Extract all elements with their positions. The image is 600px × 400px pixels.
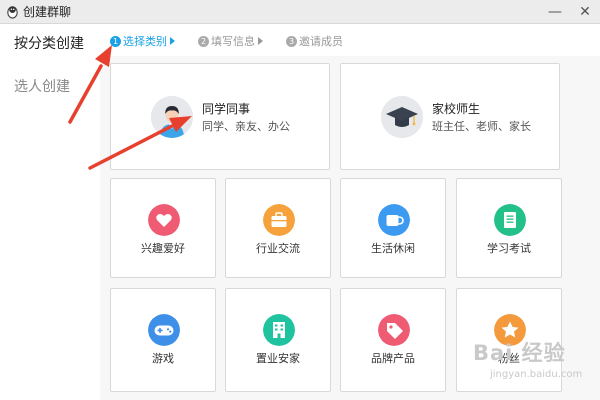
minimize-button[interactable]: —: [540, 0, 570, 24]
category-label: 生活休闲: [371, 242, 415, 255]
category-title: 同学同事: [202, 102, 251, 116]
building-icon: [263, 314, 295, 346]
baidu-watermark: Bai 经验 jingyan.baidu.com: [473, 340, 598, 396]
category-card-school[interactable]: 家校师生 班主任、老师、家长: [340, 63, 560, 170]
category-title: 家校师生: [432, 102, 481, 116]
tag-icon: [378, 314, 410, 346]
step-select-category: 1 选择类别: [110, 34, 175, 50]
watermark-url: jingyan.baidu.com: [490, 369, 583, 380]
step-arrow-icon: [258, 37, 263, 45]
category-subtitle: 同学、亲友、办公: [202, 120, 290, 133]
sidebar-item-by-category[interactable]: 按分类创建: [14, 35, 84, 53]
category-label: 置业安家: [256, 352, 300, 365]
step-label: 邀请成员: [299, 35, 343, 48]
category-card-industry[interactable]: 行业交流: [225, 178, 331, 278]
sidebar: 按分类创建 选人创建: [0, 24, 100, 400]
heart-icon: [148, 204, 180, 236]
category-label: 品牌产品: [371, 352, 415, 365]
step-arrow-icon: [170, 37, 175, 45]
category-card-classmates[interactable]: 同学同事 同学、亲友、办公: [110, 63, 330, 170]
category-card-brands[interactable]: 品牌产品: [340, 288, 446, 392]
step-invite-members: 3 邀请成员: [286, 34, 343, 50]
sidebar-item-by-people[interactable]: 选人创建: [14, 78, 70, 96]
category-card-study[interactable]: 学习考试: [456, 178, 562, 278]
category-label: 行业交流: [256, 242, 300, 255]
step-label: 填写信息: [211, 35, 255, 48]
gamepad-icon: [148, 314, 180, 346]
category-subtitle: 班主任、老师、家长: [432, 120, 531, 133]
watermark-text: Bai 经验: [473, 341, 566, 365]
coffee-cup-icon: [378, 204, 410, 236]
step-number: 1: [110, 36, 121, 47]
category-card-housing[interactable]: 置业安家: [225, 288, 331, 392]
step-number: 2: [198, 36, 209, 47]
category-label: 游戏: [152, 352, 174, 365]
step-fill-info: 2 填写信息: [198, 34, 263, 50]
category-card-games[interactable]: 游戏: [110, 288, 216, 392]
qq-penguin-icon: [7, 6, 18, 19]
category-card-hobbies[interactable]: 兴趣爱好: [110, 178, 216, 278]
close-button[interactable]: ✕: [570, 0, 600, 24]
title-bar: 创建群聊 — ✕: [0, 0, 600, 24]
step-number: 3: [286, 36, 297, 47]
step-label: 选择类别: [123, 35, 167, 48]
category-label: 学习考试: [487, 242, 531, 255]
briefcase-icon: [263, 204, 295, 236]
category-card-leisure[interactable]: 生活休闲: [340, 178, 446, 278]
graduation-cap-icon: [381, 96, 423, 138]
document-icon: [494, 204, 526, 236]
window-title: 创建群聊: [23, 5, 72, 19]
category-label: 兴趣爱好: [141, 242, 185, 255]
person-avatar-icon: [151, 96, 193, 138]
